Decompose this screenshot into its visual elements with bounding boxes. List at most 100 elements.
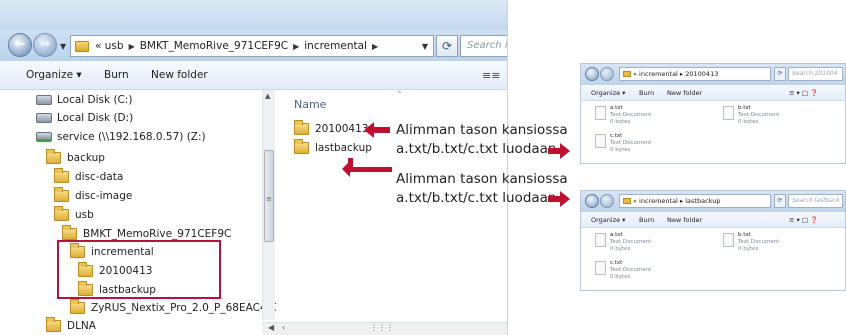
view-options-icon[interactable]: ≡ ▾ □ ❓: [789, 216, 818, 224]
refresh-icon: ⟳: [441, 39, 453, 53]
nav-item-disc-image[interactable]: disc-image: [54, 186, 132, 206]
view-options-icon[interactable]: ≡ ▾ □ ❓: [789, 89, 818, 97]
scroll-left-icon[interactable]: ◀: [268, 323, 274, 332]
folder-icon: [623, 71, 631, 77]
file-size: 0 bytes: [610, 246, 631, 252]
mini-breadcrumb: « incremental ▸ lastbackup: [633, 197, 721, 205]
incremental-highlight-box: [57, 240, 221, 299]
folder-icon: [46, 149, 61, 164]
nav-item-label: usb: [75, 209, 94, 221]
nav-item-zyrus[interactable]: ZyRUS_Nextix_Pro_2.0_P_68EAC447: [70, 298, 280, 318]
text-document-icon: [595, 233, 606, 247]
file-type: Text Document: [610, 239, 652, 245]
nav-item-local-disk-c[interactable]: Local Disk (C:): [36, 90, 133, 110]
file-item-b[interactable]: b.txt Text Document 0 bytes: [723, 105, 779, 126]
file-name: 20100413: [315, 123, 369, 135]
breadcrumb-incremental[interactable]: incremental: [301, 40, 370, 52]
scroll-left-icon[interactable]: ‹: [282, 323, 285, 332]
search-input[interactable]: Search i: [460, 35, 507, 57]
file-row-lastbackup[interactable]: lastbackup: [294, 139, 372, 157]
address-dropdown-icon[interactable]: ▼: [417, 42, 433, 51]
file-size: 0 bytes: [610, 147, 631, 153]
nav-item-label: disc-data: [75, 171, 124, 183]
file-item-a[interactable]: a.txt Text Document 0 bytes: [595, 232, 651, 253]
file-item-c[interactable]: c.txt Text Document 0 bytes: [595, 260, 651, 281]
command-bar: Organize ▾ Burn New folder ≡≡: [0, 61, 507, 90]
forward-button[interactable]: [600, 194, 614, 208]
horizontal-scrollbar[interactable]: ◀ ‹ ⋮⋮⋮: [262, 322, 507, 335]
file-item-c[interactable]: c.txt Text Document 0 bytes: [595, 133, 651, 154]
mini-breadcrumb: « incremental ▸ 20100413: [633, 70, 719, 78]
scroll-grip-icon: ⋮⋮⋮: [370, 323, 394, 332]
file-name: c.txt: [610, 260, 623, 266]
file-row-20100413[interactable]: 20100413: [294, 120, 368, 138]
back-button[interactable]: ←: [8, 33, 32, 57]
nav-item-service[interactable]: service (\\192.168.0.57) (Z:): [36, 127, 206, 147]
mini-command-bar: Organize ▾ Burn New folder ≡ ▾ □ ❓: [581, 85, 845, 101]
mini-address-row: « incremental ▸ 20100413 ⟳ Search 201004: [581, 64, 845, 85]
forward-button[interactable]: →: [33, 33, 57, 57]
nav-item-dlna[interactable]: DLNA: [46, 316, 96, 335]
nav-item-label: BMKT_MemoRive_971CEF9C: [83, 228, 232, 240]
organize-button[interactable]: Organize ▾: [591, 89, 625, 97]
column-header-name[interactable]: Name: [294, 98, 326, 111]
mini-address-bar[interactable]: « incremental ▸ lastbackup: [619, 194, 771, 208]
mini-search-input[interactable]: Search 201004: [788, 67, 843, 81]
arrow-left-icon: [364, 122, 390, 138]
nav-item-backup[interactable]: backup: [46, 148, 105, 168]
annotation-text-2: Alimman tason kansiossa a.txt/b.txt/c.tx…: [396, 170, 568, 208]
chevron-right-icon[interactable]: ▶: [291, 42, 301, 51]
mini-address-bar[interactable]: « incremental ▸ 20100413: [619, 67, 771, 81]
back-button[interactable]: [585, 194, 599, 208]
file-name: c.txt: [610, 133, 623, 139]
file-name: b.txt: [738, 105, 751, 111]
burn-button[interactable]: Burn: [639, 216, 654, 224]
title-bar: [0, 0, 507, 30]
new-folder-button[interactable]: New folder: [151, 69, 208, 81]
drive-icon: [36, 95, 52, 105]
text-document-icon: [595, 106, 606, 120]
back-button[interactable]: [585, 67, 599, 81]
nav-item-usb[interactable]: usb: [54, 205, 94, 225]
arrow-right-icon: [548, 191, 570, 207]
nav-item-local-disk-d[interactable]: Local Disk (D:): [36, 108, 133, 128]
annotation-line: a.txt/b.txt/c.txt luodaan: [396, 190, 557, 206]
folder-icon: [62, 225, 77, 240]
nav-item-label: Local Disk (D:): [57, 112, 134, 124]
nav-item-label: DLNA: [67, 320, 96, 332]
forward-button[interactable]: [600, 67, 614, 81]
scroll-up-icon[interactable]: ▲: [265, 92, 270, 100]
folder-icon: [294, 139, 309, 154]
file-name: b.txt: [738, 232, 751, 238]
text-document-icon: [723, 106, 734, 120]
file-size: 0 bytes: [610, 274, 631, 280]
refresh-icon[interactable]: ⟳: [774, 67, 786, 81]
mini-file-list: a.txt Text Document 0 bytes b.txt Text Docu…: [581, 228, 845, 290]
nav-item-disc-data[interactable]: disc-data: [54, 167, 123, 187]
organize-button[interactable]: Organize ▾: [591, 216, 625, 224]
organize-button[interactable]: Organize ▾: [26, 69, 82, 81]
breadcrumb-device[interactable]: BMKT_MemoRive_971CEF9C: [137, 40, 291, 52]
file-item-b[interactable]: b.txt Text Document 0 bytes: [723, 232, 779, 253]
chevron-right-icon[interactable]: ▶: [370, 42, 380, 51]
text-document-icon: [723, 233, 734, 247]
burn-button[interactable]: Burn: [104, 69, 129, 81]
mini-search-input[interactable]: Search lastback: [788, 194, 843, 208]
recent-pages-dropdown[interactable]: ▼: [60, 42, 66, 51]
new-folder-button[interactable]: New folder: [667, 89, 702, 97]
address-bar[interactable]: « usb ▶ BMKT_MemoRive_971CEF9C ▶ increme…: [70, 35, 434, 57]
arrow-right-icon: [548, 143, 570, 159]
breadcrumb-usb[interactable]: « usb: [92, 40, 127, 52]
file-type: Text Document: [610, 140, 652, 146]
view-options-icon[interactable]: ≡≡: [482, 69, 500, 82]
refresh-icon[interactable]: ⟳: [774, 194, 786, 208]
chevron-right-icon[interactable]: ▶: [127, 42, 137, 51]
new-folder-button[interactable]: New folder: [667, 216, 702, 224]
burn-button[interactable]: Burn: [639, 89, 654, 97]
file-item-a[interactable]: a.txt Text Document 0 bytes: [595, 105, 651, 126]
file-name: a.txt: [610, 105, 623, 111]
folder-icon: [623, 198, 631, 204]
refresh-button[interactable]: ⟳: [436, 35, 458, 57]
folder-icon: [54, 206, 69, 221]
nav-vertical-scrollbar[interactable]: ▲ ≡: [262, 90, 275, 320]
